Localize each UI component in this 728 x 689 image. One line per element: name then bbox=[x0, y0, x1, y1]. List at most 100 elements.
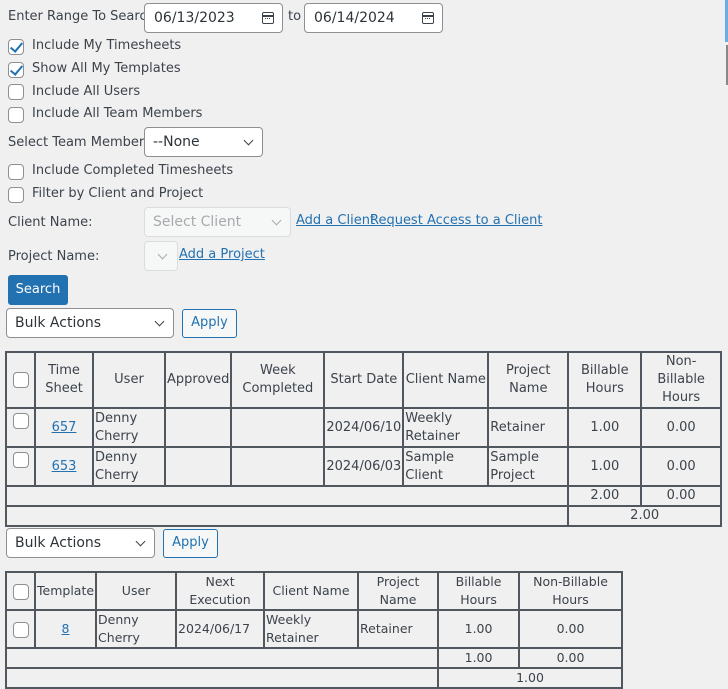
team-member-value: --None bbox=[153, 134, 200, 150]
user-cell: Denny Cherry bbox=[92, 446, 166, 487]
template-apply-button[interactable]: Apply bbox=[163, 529, 218, 558]
start-date-cell: 2024/06/03 bbox=[323, 446, 405, 487]
header-start-date[interactable]: Start Date bbox=[323, 351, 405, 409]
timesheets-table: Time Sheet User Approved Week Completed … bbox=[4, 351, 722, 527]
client-name-cell: Weekly Retainer bbox=[402, 407, 490, 448]
select-all-checkbox[interactable] bbox=[12, 583, 29, 600]
table-header-row: Time Sheet User Approved Week Completed … bbox=[5, 351, 722, 409]
header-time-sheet[interactable]: Time Sheet bbox=[34, 351, 94, 409]
apply-button[interactable]: Apply bbox=[182, 309, 237, 338]
header-non-billable-hours[interactable]: Non-Billable Hours bbox=[640, 351, 722, 409]
add-project-link[interactable]: Add a Project bbox=[179, 247, 265, 262]
team-member-label: Select Team Member bbox=[8, 135, 145, 150]
grand-total-cell: 2.00 bbox=[567, 505, 722, 527]
totals-row: 1.00 0.00 bbox=[4, 647, 623, 669]
row-checkbox[interactable] bbox=[12, 621, 29, 638]
total-billable-cell: 1.00 bbox=[437, 647, 521, 669]
header-week-completed[interactable]: Week Completed bbox=[230, 351, 326, 409]
non-billable-hours-cell: 0.00 bbox=[518, 609, 623, 649]
start-date-value: 06/13/2023 bbox=[154, 10, 235, 26]
approved-cell bbox=[163, 407, 233, 448]
header-billable-hours[interactable]: Billable Hours bbox=[567, 351, 643, 409]
grand-total-spacer bbox=[4, 505, 570, 527]
team-member-select[interactable]: --None bbox=[144, 127, 263, 157]
total-non-billable-cell: 0.00 bbox=[518, 647, 623, 669]
table-row: 8 Denny Cherry 2024/06/17 Weekly Retaine… bbox=[5, 609, 623, 649]
include-completed-label: Include Completed Timesheets bbox=[32, 163, 234, 178]
search-button[interactable]: Search bbox=[8, 275, 68, 305]
end-date-value: 06/14/2024 bbox=[314, 10, 395, 26]
client-name-cell: Weekly Retainer bbox=[263, 609, 360, 649]
billable-hours-cell: 1.00 bbox=[567, 407, 643, 448]
include-my-timesheets-checkbox[interactable] bbox=[8, 39, 24, 55]
chevron-down-icon bbox=[157, 249, 168, 260]
calendar-icon[interactable] bbox=[262, 12, 274, 24]
include-all-users-checkbox[interactable] bbox=[8, 84, 24, 100]
request-access-link[interactable]: Request Access to a Client bbox=[370, 213, 543, 228]
chevron-down-icon bbox=[154, 316, 165, 327]
bulk-actions-value: Bulk Actions bbox=[15, 315, 102, 331]
row-checkbox[interactable] bbox=[12, 412, 29, 429]
header-user[interactable]: User bbox=[92, 351, 166, 409]
week-completed-cell bbox=[230, 446, 326, 487]
end-date-input[interactable]: 06/14/2024 bbox=[304, 3, 443, 33]
to-label: to bbox=[288, 9, 302, 24]
header-non-billable-hours[interactable]: Non-Billable Hours bbox=[518, 571, 623, 611]
template-link[interactable]: 8 bbox=[62, 621, 70, 636]
include-my-timesheets-label: Include My Timesheets bbox=[32, 38, 182, 53]
chevron-down-icon bbox=[271, 215, 282, 226]
filter-client-project-label: Filter by Client and Project bbox=[32, 186, 204, 201]
next-execution-cell: 2024/06/17 bbox=[175, 609, 266, 649]
grand-total-row: 2.00 bbox=[4, 505, 722, 527]
project-name-cell: Sample Project bbox=[487, 446, 570, 487]
add-client-link[interactable]: Add a Client bbox=[296, 213, 375, 228]
user-cell: Denny Cherry bbox=[95, 609, 178, 649]
timesheet-link[interactable]: 653 bbox=[52, 459, 77, 474]
approved-cell bbox=[163, 446, 233, 487]
calendar-icon[interactable] bbox=[422, 12, 434, 24]
client-name-label: Client Name: bbox=[8, 215, 93, 230]
header-next-execution[interactable]: Next Execution bbox=[175, 571, 266, 611]
include-all-team-members-checkbox[interactable] bbox=[8, 107, 24, 123]
select-all-cell bbox=[5, 351, 36, 409]
total-non-billable-cell: 0.00 bbox=[640, 485, 722, 507]
table-row: 657 Denny Cherry 2024/06/10 Weekly Retai… bbox=[5, 407, 722, 448]
header-approved[interactable]: Approved bbox=[163, 351, 233, 409]
totals-row: 2.00 0.00 bbox=[4, 485, 722, 507]
week-completed-cell bbox=[230, 407, 326, 448]
non-billable-hours-cell: 0.00 bbox=[640, 407, 722, 448]
grand-total-cell: 1.00 bbox=[437, 667, 623, 689]
timesheet-id-cell: 657 bbox=[34, 407, 94, 448]
billable-hours-cell: 1.00 bbox=[437, 609, 521, 649]
show-all-templates-label: Show All My Templates bbox=[32, 61, 181, 76]
header-client-name[interactable]: Client Name bbox=[402, 351, 490, 409]
row-select-cell bbox=[5, 609, 36, 649]
select-all-checkbox[interactable] bbox=[12, 371, 29, 388]
totals-spacer bbox=[4, 647, 440, 669]
show-all-templates-checkbox[interactable] bbox=[8, 62, 24, 78]
select-all-cell bbox=[5, 571, 36, 611]
client-select[interactable]: Select Client bbox=[144, 207, 291, 237]
header-project-name[interactable]: Project Name bbox=[487, 351, 570, 409]
header-template[interactable]: Template bbox=[33, 571, 98, 611]
client-placeholder: Select Client bbox=[153, 214, 242, 230]
timesheet-link[interactable]: 657 bbox=[52, 420, 77, 435]
start-date-input[interactable]: 06/13/2023 bbox=[144, 3, 283, 33]
row-checkbox[interactable] bbox=[12, 451, 29, 468]
include-completed-checkbox[interactable] bbox=[8, 164, 24, 180]
project-select[interactable] bbox=[144, 241, 178, 271]
billable-hours-cell: 1.00 bbox=[567, 446, 643, 487]
grand-total-spacer bbox=[4, 667, 440, 689]
header-client-name[interactable]: Client Name bbox=[263, 571, 360, 611]
header-billable-hours[interactable]: Billable Hours bbox=[437, 571, 521, 611]
client-name-cell: Sample Client bbox=[402, 446, 490, 487]
include-all-team-members-label: Include All Team Members bbox=[32, 106, 203, 121]
templates-table: Template User Next Execution Client Name… bbox=[4, 571, 623, 689]
template-bulk-actions-select[interactable]: Bulk Actions bbox=[6, 528, 155, 558]
filter-client-project-checkbox[interactable] bbox=[8, 187, 24, 203]
header-project-name[interactable]: Project Name bbox=[357, 571, 440, 611]
total-billable-cell: 2.00 bbox=[567, 485, 643, 507]
bulk-actions-select[interactable]: Bulk Actions bbox=[6, 308, 174, 338]
project-name-cell: Retainer bbox=[487, 407, 570, 448]
header-user[interactable]: User bbox=[95, 571, 178, 611]
